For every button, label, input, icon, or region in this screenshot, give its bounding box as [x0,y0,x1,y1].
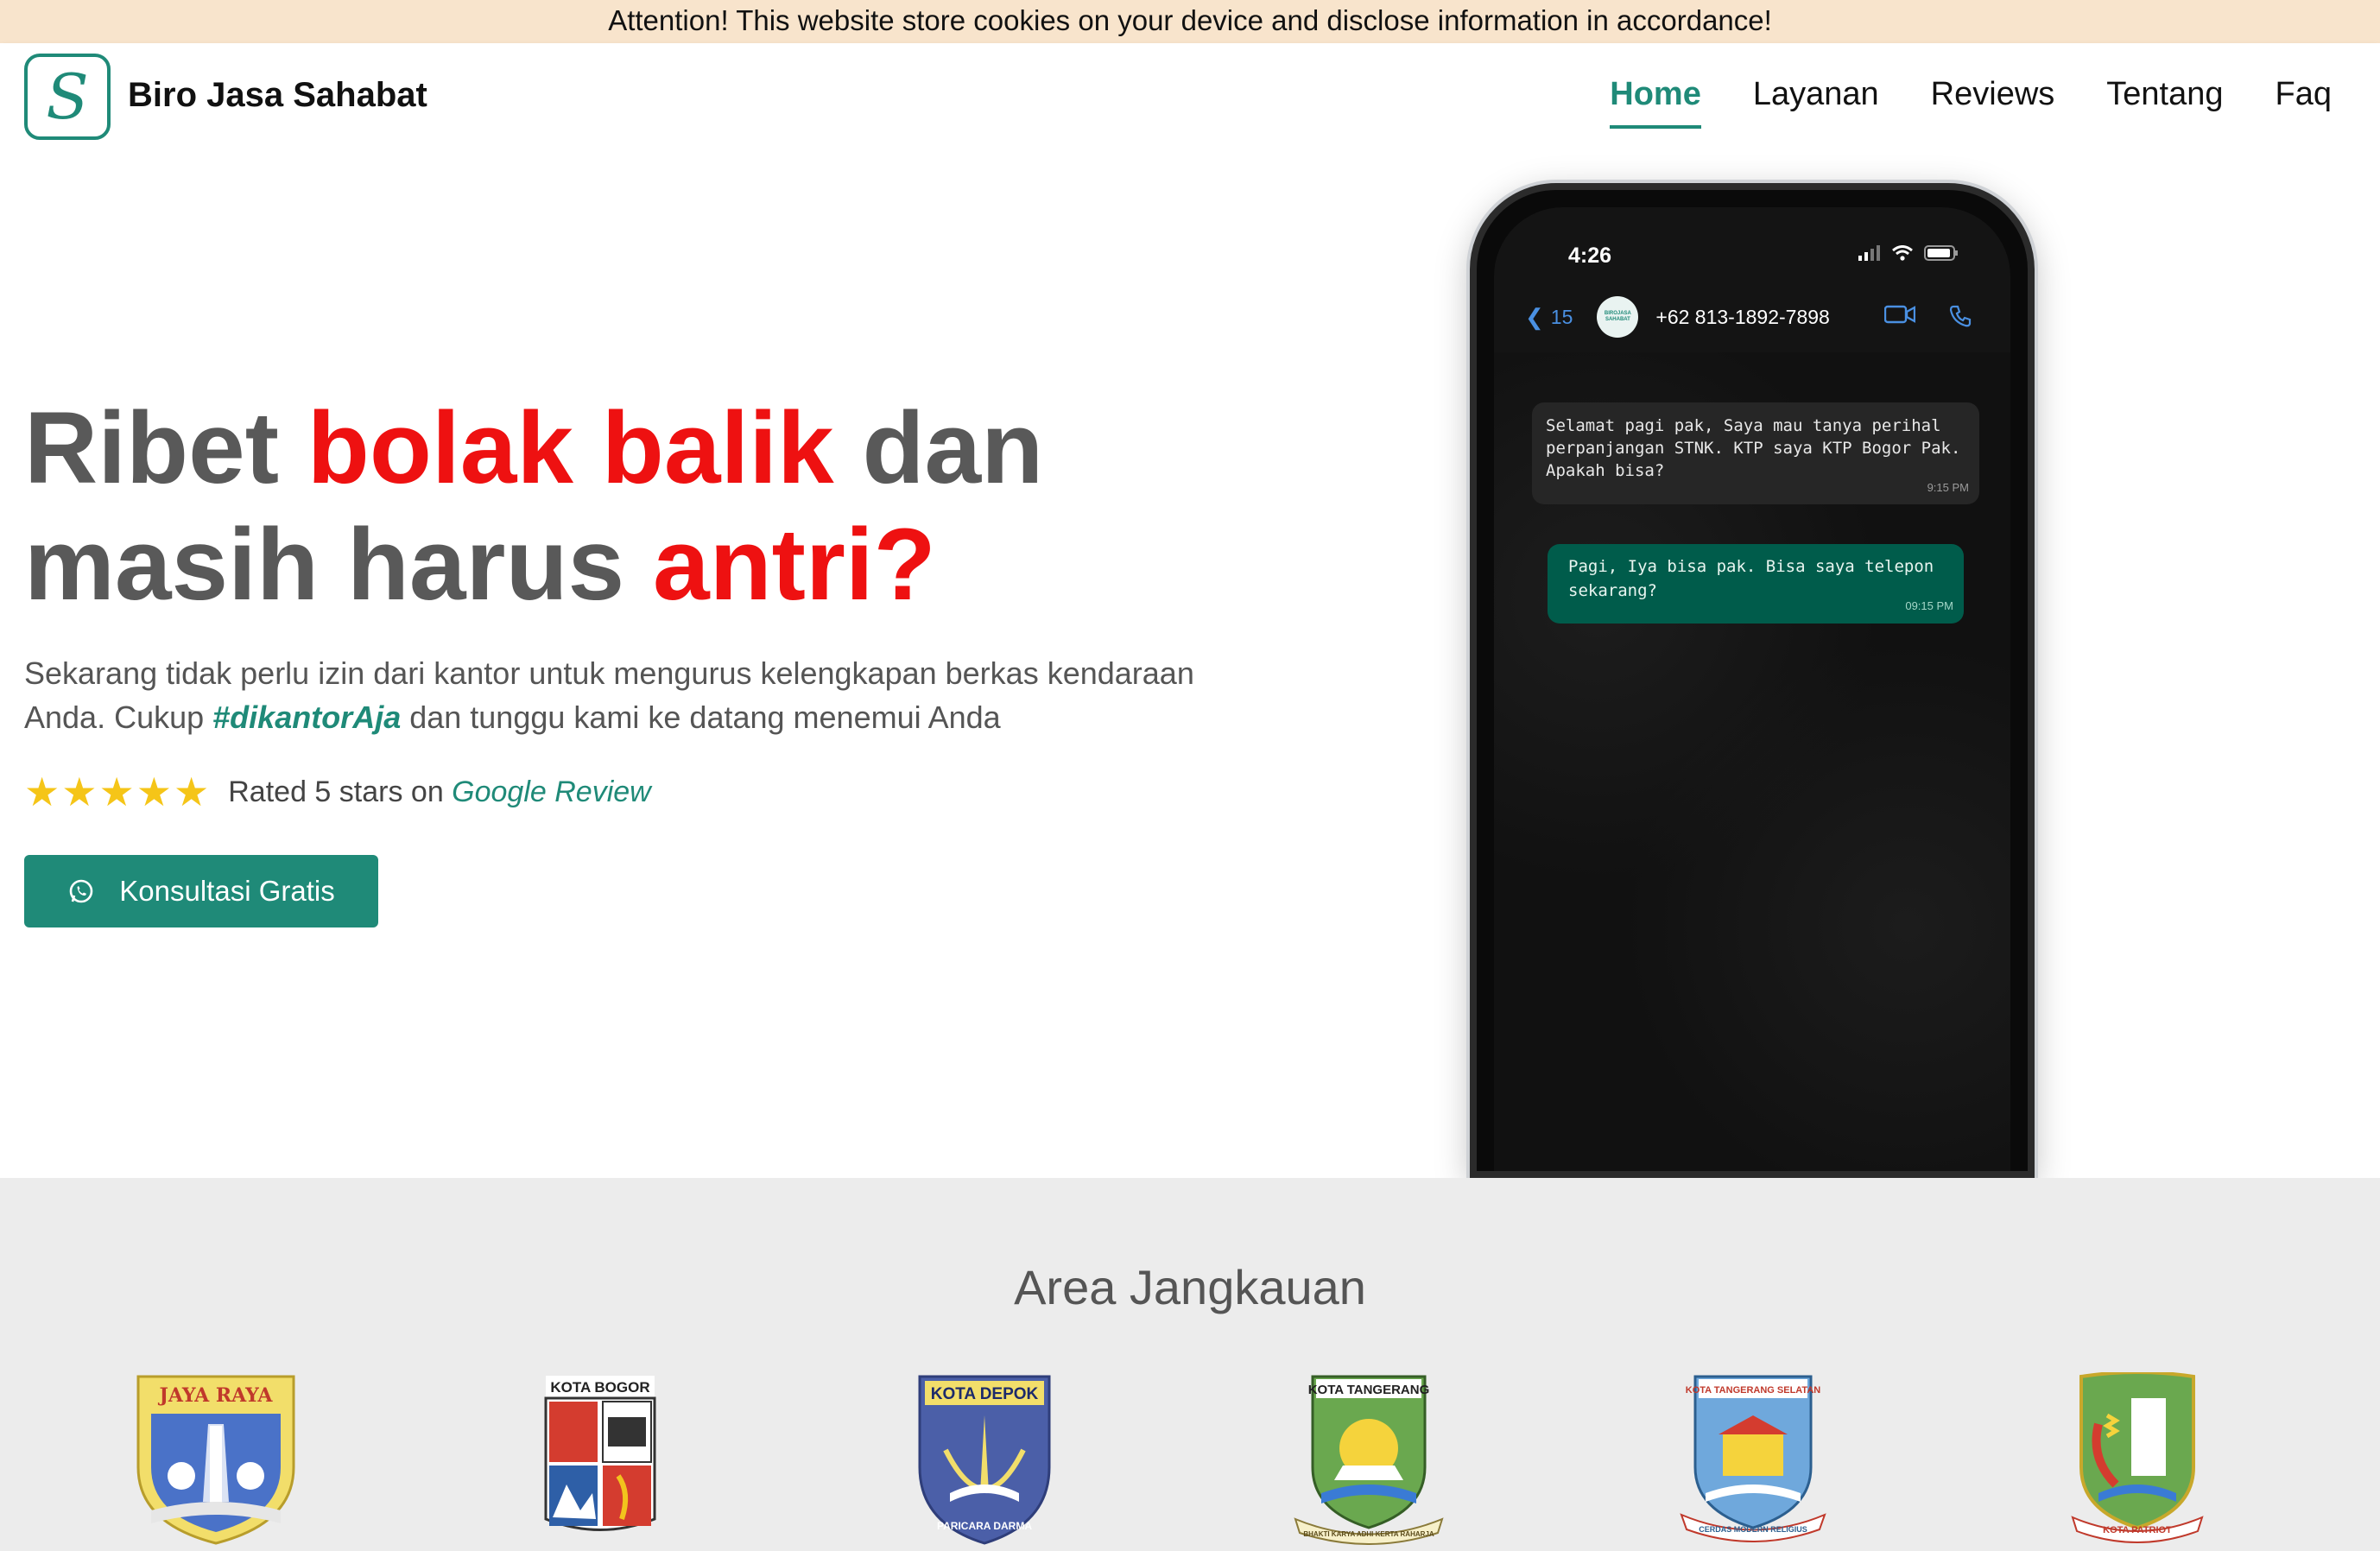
emblem-motto: CERDAS MODERN RELIGIUS [1699,1525,1807,1534]
consult-button[interactable]: Konsultasi Gratis [24,855,378,927]
hashtag: #dikantorAja [212,700,402,735]
outgoing-message: Pagi, Iya bisa pak. Bisa saya telepon se… [1548,544,1964,624]
phone-mockup: 4:26 ❮ 15 BIROJASA SAHABAT +62 813-1892-… [1470,183,2035,1178]
emblem-label: KOTA TANGERANG [1308,1383,1430,1397]
emblem-motto: BHAKTI KARYA ADHI KERTA RAHARJA [1303,1530,1434,1538]
nav-item-layanan[interactable]: Layanan [1753,76,1879,122]
phone-call-icon[interactable] [1948,304,1972,328]
rating-row: ★ ★ ★ ★ ★ Rated 5 stars on Google Review [24,772,651,812]
signal-icon [1858,245,1880,261]
main-nav: Home Layanan Reviews Tentang Faq [1558,76,2332,129]
nav-item-faq[interactable]: Faq [2276,76,2332,122]
video-call-icon[interactable] [1884,304,1915,325]
emblem-row: JAYA RAYA KOTA BOGOR KOTA DEPOK PARICARA… [0,1372,2380,1551]
logo-letter: S [46,60,89,133]
call-actions [1884,304,1972,328]
avatar-label: BIROJASA SAHABAT [1604,311,1631,322]
rating-prefix: Rated 5 stars on [228,775,453,808]
status-time: 4:26 [1568,244,1612,268]
wifi-icon [1892,245,1913,261]
logo[interactable]: S [24,54,111,140]
rating-stars: ★ ★ ★ ★ ★ [24,772,209,812]
hero-section: Ribet bolak balik dan masih harus antri?… [0,149,2380,1178]
bekasi-emblem: KOTA PATRIOT [2071,1372,2204,1543]
message-text: Selamat pagi pak, Saya mau tanya perihal… [1546,416,1961,480]
emblem-label: KOTA BOGOR [550,1379,649,1396]
nav-item-home[interactable]: Home [1610,76,1701,129]
incoming-message: Selamat pagi pak, Saya mau tanya perihal… [1532,402,1979,504]
emblem-label: JAYA RAYA [157,1384,273,1407]
nav-item-tentang[interactable]: Tentang [2106,76,2223,122]
headline-highlight: bolak balik [307,391,834,505]
emblem-motto: KOTA PATRIOT [2103,1525,2172,1535]
cookie-notice-bar: Attention! This website store cookies on… [0,0,2380,43]
consult-button-label: Konsultasi Gratis [119,875,335,907]
emblem-label: KOTA DEPOK [931,1385,1039,1403]
nav-item-reviews[interactable]: Reviews [1931,76,2055,122]
contact-number[interactable]: +62 813-1892-7898 [1655,306,1829,329]
message-text: Pagi, Iya bisa pak. Bisa saya telepon se… [1568,557,1934,600]
avatar[interactable]: BIROJASA SAHABAT [1597,296,1639,338]
unread-count: 15 [1550,305,1573,328]
subtext-part: dan tunggu kami ke datang menemui Anda [401,700,1001,735]
hero-headline: Ribet bolak balik dan masih harus antri? [24,390,1233,624]
star-icon: ★ [174,769,210,814]
depok-emblem: KOTA DEPOK PARICARA DARMA [918,1375,1051,1545]
star-icon: ★ [61,769,98,814]
star-icon: ★ [24,769,60,814]
brand-name[interactable]: Biro Jasa Sahabat [128,76,427,115]
hero-subtext: Sekarang tidak perlu izin dari kantor un… [24,651,1233,739]
tangerang-emblem: KOTA TANGERANG BHAKTI KARYA ADHI KERTA R… [1294,1375,1444,1545]
star-icon: ★ [98,769,135,814]
rating-text: Rated 5 stars on Google Review [228,776,650,809]
coverage-area-section: Area Jangkauan JAYA RAYA KOTA BOGOR KOTA… [0,1178,2380,1551]
headline-text: Ribet [24,391,307,505]
whatsapp-icon [69,879,93,903]
status-icons [1858,245,1959,261]
site-header: S Biro Jasa Sahabat Home Layanan Reviews… [0,43,2380,149]
google-review-link[interactable]: Google Review [452,776,651,808]
area-title: Area Jangkauan [1014,1260,1366,1314]
headline-highlight: antri? [652,508,936,622]
message-time: 09:15 PM [1905,599,1953,612]
phone-screen: 4:26 ❮ 15 BIROJASA SAHABAT +62 813-1892-… [1494,207,2010,1171]
emblem-motto: PARICARA DARMA [937,1520,1032,1532]
jakarta-emblem: JAYA RAYA [136,1375,295,1545]
message-time: 9:15 PM [1927,481,1969,494]
battery-icon [1924,245,1958,261]
bogor-emblem: KOTA BOGOR [544,1376,656,1531]
tangerang-selatan-emblem: KOTA TANGERANG SELATAN CERDAS MODERN REL… [1680,1375,1826,1542]
emblem-label: KOTA TANGERANG SELATAN [1686,1385,1820,1396]
star-icon: ★ [136,769,172,814]
chevron-left-icon[interactable]: ❮ [1525,304,1544,331]
